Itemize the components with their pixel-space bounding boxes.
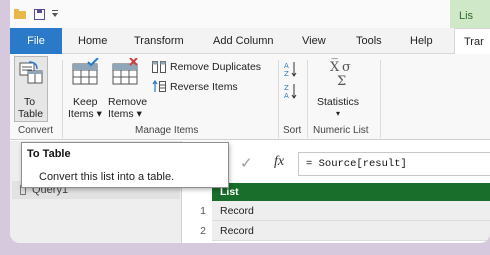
grid-cell[interactable]: Record bbox=[212, 201, 490, 221]
reverse-items-icon bbox=[152, 80, 166, 92]
svg-text:Z: Z bbox=[284, 84, 289, 92]
remove-items-icon bbox=[112, 58, 138, 85]
to-table-tooltip: To Table Convert this list into a table. bbox=[21, 142, 229, 188]
to-table-label-2: Table bbox=[18, 108, 44, 120]
group-label-manage-items: Manage Items bbox=[135, 125, 199, 136]
to-table-button[interactable]: To Table bbox=[14, 56, 48, 122]
fx-icon[interactable]: fx bbox=[274, 154, 284, 170]
tooltip-description: Convert this list into a table. bbox=[39, 171, 175, 183]
tab-file[interactable]: File bbox=[10, 28, 62, 54]
quick-access-toolbar: Lis bbox=[10, 0, 490, 28]
group-label-numeric-list: Numeric List bbox=[313, 125, 369, 136]
tab-tools[interactable]: Tools bbox=[356, 28, 382, 54]
tab-view[interactable]: View bbox=[302, 28, 326, 54]
ribbon-tabs: File Home Transform Add Column View Tool… bbox=[10, 28, 490, 55]
tab-help[interactable]: Help bbox=[410, 28, 433, 54]
grid-cell[interactable]: Record bbox=[212, 221, 490, 241]
group-separator bbox=[307, 60, 308, 138]
group-label-sort: Sort bbox=[283, 125, 302, 136]
formula-input[interactable]: = Source[result] bbox=[298, 152, 490, 176]
ribbon: To Table Convert Keep Items ▾ Remove Ite… bbox=[10, 54, 490, 140]
svg-text:A: A bbox=[284, 62, 289, 70]
remove-items-button[interactable]: Remove Items ▾ bbox=[106, 56, 148, 122]
keep-items-icon bbox=[72, 58, 99, 85]
customize-toolbar-icon[interactable] bbox=[51, 9, 59, 20]
to-table-label-1: To bbox=[24, 96, 36, 108]
svg-text:A: A bbox=[284, 92, 289, 100]
statistics-icon: X̅ σ Σ bbox=[330, 59, 351, 88]
remove-duplicates-button[interactable]: Remove Duplicates bbox=[150, 59, 274, 75]
statistics-button[interactable]: X̅ σ Σ Statistics ▾ bbox=[314, 56, 370, 122]
folder-icon[interactable] bbox=[14, 9, 26, 19]
keep-items-label-1: Keep bbox=[73, 96, 98, 108]
tab-transform-list[interactable]: Trar bbox=[454, 28, 490, 55]
remove-duplicates-label: Remove Duplicates bbox=[170, 61, 262, 73]
commit-icon[interactable]: ✓ bbox=[240, 154, 253, 172]
svg-text:X̅: X̅ bbox=[330, 59, 340, 75]
tab-home[interactable]: Home bbox=[78, 28, 107, 54]
group-separator bbox=[62, 60, 63, 138]
tooltip-title: To Table bbox=[27, 148, 71, 160]
tab-transform[interactable]: Transform bbox=[134, 28, 184, 54]
contextual-tab-header: Lis bbox=[450, 0, 490, 28]
svg-text:Σ: Σ bbox=[337, 74, 346, 88]
group-separator bbox=[380, 60, 381, 138]
column-header-list[interactable]: List bbox=[212, 183, 490, 201]
data-grid: List 1 Record 2 Record bbox=[186, 183, 490, 243]
svg-text:σ: σ bbox=[342, 60, 351, 75]
group-separator bbox=[278, 60, 279, 138]
remove-duplicates-icon bbox=[152, 61, 166, 73]
to-table-icon bbox=[19, 61, 43, 84]
reverse-items-label: Reverse Items bbox=[170, 81, 238, 93]
remove-items-label-2: Items ▾ bbox=[108, 108, 142, 120]
sort-ascending-icon[interactable]: A Z bbox=[284, 60, 298, 78]
statistics-label: Statistics bbox=[317, 96, 360, 108]
remove-items-label-1: Remove bbox=[108, 96, 148, 108]
svg-text:Z: Z bbox=[284, 70, 289, 78]
tab-add-column[interactable]: Add Column bbox=[213, 28, 274, 54]
reverse-items-button[interactable]: Reverse Items bbox=[150, 79, 260, 95]
keep-items-button[interactable]: Keep Items ▾ bbox=[68, 56, 102, 122]
statistics-caret: ▾ bbox=[336, 109, 341, 118]
save-icon[interactable] bbox=[34, 9, 45, 20]
sort-descending-icon[interactable]: Z A bbox=[284, 82, 298, 100]
group-label-convert: Convert bbox=[18, 125, 54, 136]
row-number[interactable]: 2 bbox=[186, 221, 212, 241]
keep-items-label-2: Items ▾ bbox=[68, 108, 102, 120]
row-number[interactable]: 1 bbox=[186, 201, 212, 221]
power-query-window: Lis File Home Transform Add Column View … bbox=[10, 0, 490, 243]
